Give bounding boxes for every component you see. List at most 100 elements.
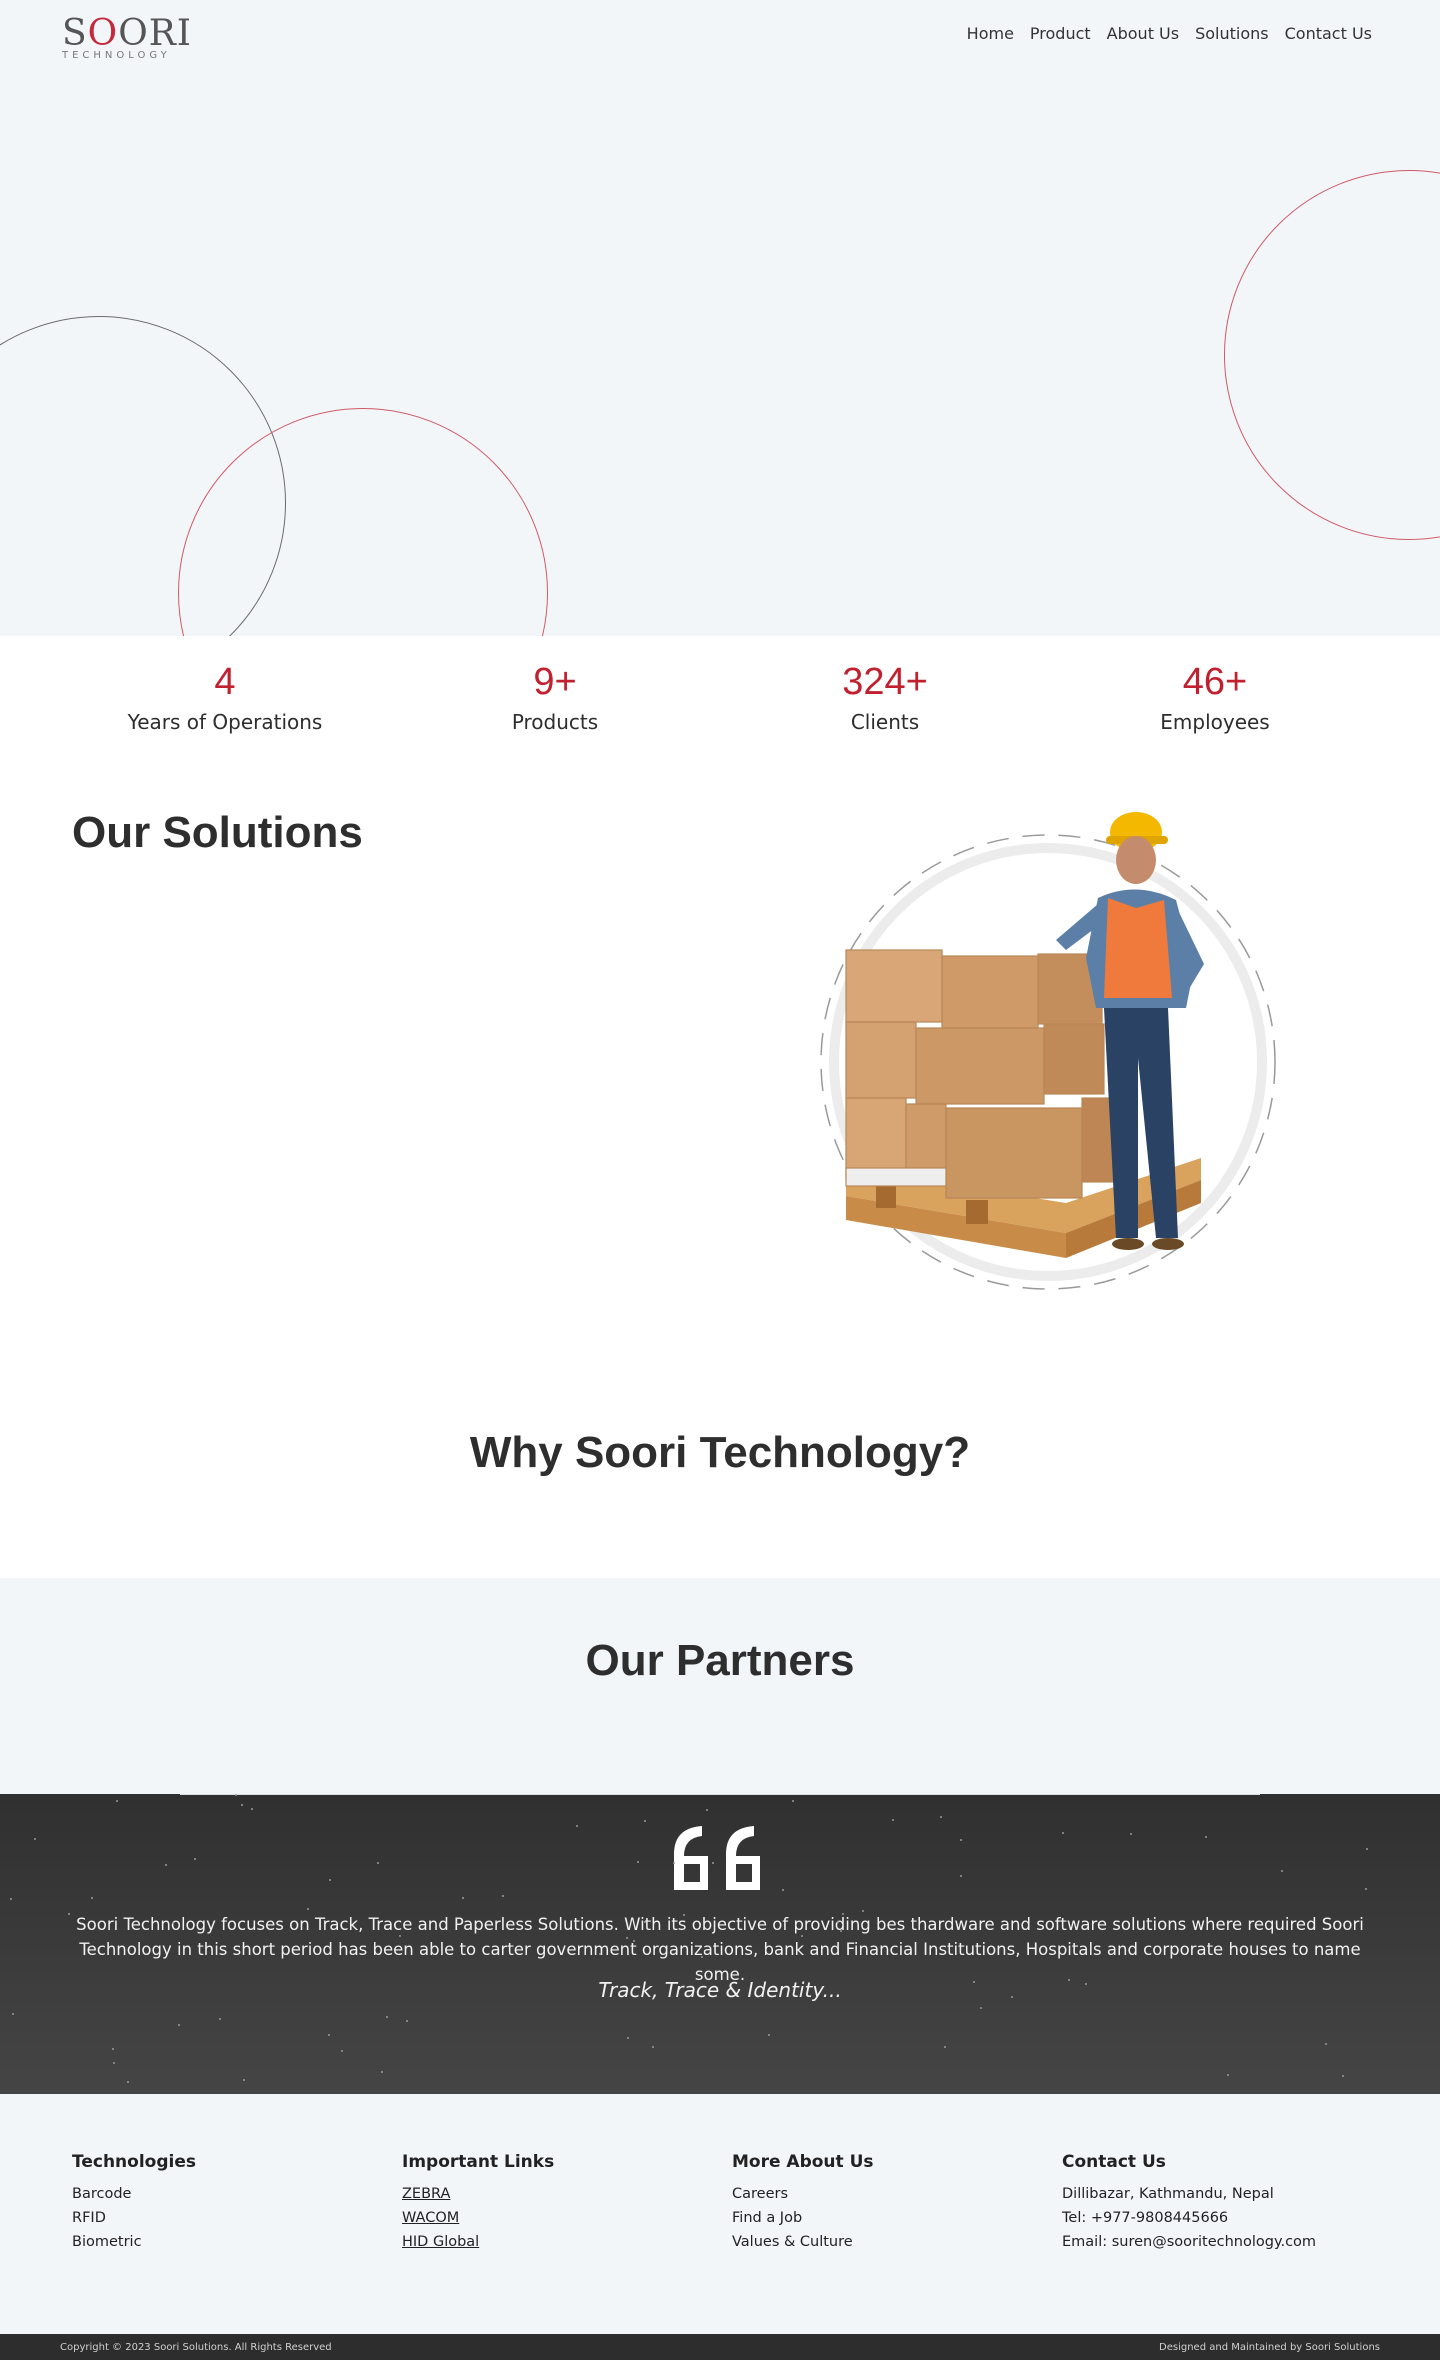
nav-contact-us[interactable]: Contact Us — [1285, 24, 1372, 43]
star-dot — [219, 2018, 221, 2020]
star-dot — [652, 2046, 654, 2048]
hero-section: SOORI TECHNOLOGY Home Product About Us S… — [0, 0, 1440, 636]
footer-more-item[interactable]: Find a Job — [732, 2206, 874, 2230]
star-dot — [91, 1897, 93, 1899]
star-dot — [782, 1889, 784, 1891]
footer-tech-item: RFID — [72, 2210, 106, 2226]
quote-divider — [180, 1794, 1260, 1795]
star-dot — [172, 1922, 174, 1924]
star-dot — [683, 1914, 685, 1916]
star-dot — [116, 1800, 118, 1802]
quote-text: Soori Technology focuses on Track, Trace… — [76, 1915, 1364, 1984]
star-dot — [386, 2016, 388, 2018]
logo-tagline: TECHNOLOGY — [62, 50, 171, 61]
star-dot — [842, 1913, 844, 1915]
star-dot — [712, 1862, 714, 1864]
star-dot — [644, 1820, 646, 1822]
footer: Technologies Barcode RFID Biometric Impo… — [0, 2094, 1440, 2334]
star-dot — [68, 1913, 70, 1915]
star-dot — [235, 1794, 237, 1796]
star-dot — [980, 2007, 982, 2009]
star-dot — [633, 1940, 635, 1942]
star-dot — [840, 1930, 842, 1932]
star-dot — [127, 2081, 129, 2083]
star-dot — [768, 2034, 770, 2036]
star-dot — [960, 1839, 962, 1841]
star-dot — [960, 1875, 962, 1877]
star-dot — [12, 2013, 14, 2015]
star-dot — [944, 2046, 946, 2048]
star-dot — [673, 1862, 675, 1864]
star-dot — [112, 2048, 114, 2050]
star-dot — [178, 2024, 180, 2026]
star-dot — [381, 2071, 383, 2073]
star-dot — [706, 1809, 708, 1811]
quote-section: Soori Technology focuses on Track, Trace… — [0, 1794, 1440, 2094]
star-dot — [627, 2037, 629, 2039]
star-dot — [1342, 2075, 1344, 2077]
stat-clients: 324+ Clients — [842, 661, 928, 734]
star-dot — [462, 1897, 464, 1899]
footer-more-item[interactable]: Careers — [732, 2182, 874, 2206]
partners-title: Our Partners — [585, 1636, 855, 1685]
star-dot — [307, 1908, 309, 1910]
footer-tech-item: Biometric — [72, 2234, 142, 2250]
star-dot — [328, 2034, 330, 2036]
why-title: Why Soori Technology? — [469, 1428, 971, 1477]
designer-credit: Designed and Maintained by Soori Solutio… — [1159, 2342, 1380, 2353]
footer-more-about-us: More About Us Careers Find a Job Values … — [732, 2152, 874, 2254]
nav-solutions[interactable]: Solutions — [1195, 24, 1269, 43]
star-dot — [1365, 1888, 1367, 1890]
star-dot — [243, 2079, 245, 2081]
star-dot — [792, 1800, 794, 1802]
star-dot — [241, 1804, 243, 1806]
star-dot — [399, 1935, 401, 1937]
stat-years: 4 Years of Operations — [127, 661, 323, 734]
star-dot — [801, 1935, 803, 1937]
nav-home[interactable]: Home — [967, 24, 1014, 43]
star-dot — [165, 1864, 167, 1866]
star-dot — [1366, 1848, 1368, 1850]
star-dot — [251, 1808, 253, 1810]
nav-about-us[interactable]: About Us — [1107, 24, 1179, 43]
star-dot — [377, 1862, 379, 1864]
star-dot — [194, 1858, 196, 1860]
decor-circle-red-right — [1224, 170, 1440, 540]
nav-product[interactable]: Product — [1030, 24, 1091, 43]
star-dot — [973, 1981, 975, 1983]
star-dot — [644, 1921, 646, 1923]
star-dot — [576, 1825, 578, 1827]
soori-logo[interactable]: SOORI TECHNOLOGY — [62, 14, 191, 64]
footer-address: Dillibazar, Kathmandu, Nepal — [1062, 2186, 1274, 2202]
footer-more-item[interactable]: Values & Culture — [732, 2230, 874, 2254]
footer-link-zebra[interactable]: ZEBRA — [402, 2182, 554, 2206]
worker-with-boxes-illustration — [820, 812, 1276, 1290]
star-dot — [113, 2062, 115, 2064]
copyright-bar: Copyright © 2023 Soori Solutions. All Ri… — [0, 2334, 1440, 2360]
star-dot — [1281, 1870, 1283, 1872]
star-dot — [34, 1838, 36, 1840]
star-dot — [626, 1937, 628, 1939]
star-dot — [1085, 1983, 1087, 1985]
copyright-text: Copyright © 2023 Soori Solutions. All Ri… — [60, 2342, 332, 2353]
star-dot — [341, 2050, 343, 2052]
main-nav: Home Product About Us Solutions Contact … — [967, 24, 1372, 43]
quote-icon — [674, 1826, 760, 1890]
star-dot — [1205, 1836, 1207, 1838]
footer-link-hid-global[interactable]: HID Global — [402, 2230, 554, 2254]
footer-phone: Tel: +977-9808445666 — [1062, 2210, 1229, 2226]
star-dot — [837, 1921, 839, 1923]
star-dot — [10, 1898, 12, 1900]
footer-link-wacom[interactable]: WACOM — [402, 2206, 554, 2230]
stat-products: 9+ Products — [511, 661, 599, 734]
quote-tagline: Track, Trace & Identity... — [598, 1978, 842, 2002]
star-dot — [1227, 2074, 1229, 2076]
star-dot — [701, 1956, 703, 1958]
footer-contact: Contact Us Dillibazar, Kathmandu, Nepal … — [1062, 2152, 1316, 2254]
footer-important-links: Important Links ZEBRA WACOM HID Global — [402, 2152, 554, 2254]
footer-technologies: Technologies Barcode RFID Biometric — [72, 2152, 196, 2254]
star-dot — [637, 1861, 639, 1863]
partners-section: Our Partners — [0, 1578, 1440, 1794]
star-dot — [1325, 2043, 1327, 2045]
star-dot — [329, 1879, 331, 1881]
